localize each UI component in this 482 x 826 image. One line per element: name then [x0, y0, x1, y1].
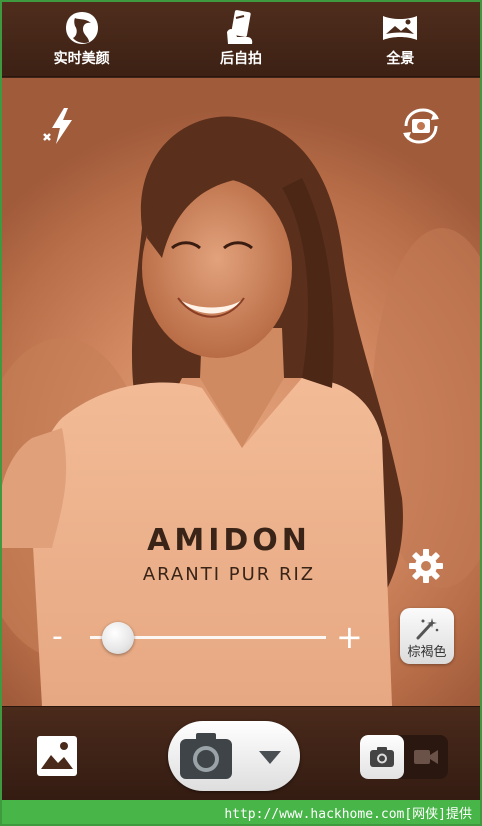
video-mode-icon: [414, 750, 438, 764]
flash-off-icon[interactable]: [40, 106, 80, 146]
mode-beauty-label: 实时美颜: [53, 51, 110, 67]
footer-text: http://www.hackhome.com[网侠]提供: [224, 807, 472, 822]
slider-knob[interactable]: [102, 622, 135, 654]
mode-panorama[interactable]: 全景: [345, 10, 455, 68]
filter-button[interactable]: 棕褐色: [400, 608, 454, 664]
photo-mode-icon: [370, 747, 394, 767]
caret-down-icon[interactable]: [258, 749, 282, 765]
filter-label: 棕褐色: [407, 645, 447, 660]
mode-panorama-label: 全景: [386, 51, 415, 67]
app-frame: 实时美颜 后自拍 全景 AMIDON ARANTI PUR RIZ - + 棕褐…: [0, 0, 482, 826]
mode-rear-selfie-label: 后自拍: [219, 51, 262, 67]
intensity-slider[interactable]: - +: [50, 618, 370, 656]
bottom-controls: [2, 706, 480, 800]
mode-bar: 实时美颜 后自拍 全景: [2, 2, 480, 77]
panorama-icon: [383, 16, 418, 40]
mode-rear-selfie[interactable]: 后自拍: [186, 10, 296, 68]
video-mode-option[interactable]: [404, 735, 448, 779]
capture-mode-toggle[interactable]: [360, 735, 448, 779]
switch-camera-icon[interactable]: [398, 104, 444, 148]
selfie-hand-icon: [226, 10, 253, 44]
footer-watermark: http://www.hackhome.com[网侠]提供: [2, 800, 480, 824]
slider-plus-label: +: [336, 618, 363, 656]
camera-viewfinder[interactable]: AMIDON ARANTI PUR RIZ - + 棕褐色: [2, 78, 480, 706]
shirt-text-line-1: AMIDON: [147, 523, 311, 558]
gallery-icon[interactable]: [36, 735, 78, 777]
gear-icon[interactable]: [406, 546, 446, 586]
shirt-text: AMIDON ARANTI PUR RIZ: [114, 523, 344, 585]
beauty-face-icon: [65, 12, 98, 44]
slider-minus-label: -: [52, 619, 63, 654]
shutter-button[interactable]: [168, 721, 300, 791]
shirt-text-line-2: ARANTI PUR RIZ: [142, 564, 316, 585]
photo-mode-option[interactable]: [360, 735, 404, 779]
camera-icon: [180, 733, 232, 779]
mode-beauty[interactable]: 实时美颜: [27, 10, 137, 68]
magic-wand-icon: [416, 618, 439, 640]
